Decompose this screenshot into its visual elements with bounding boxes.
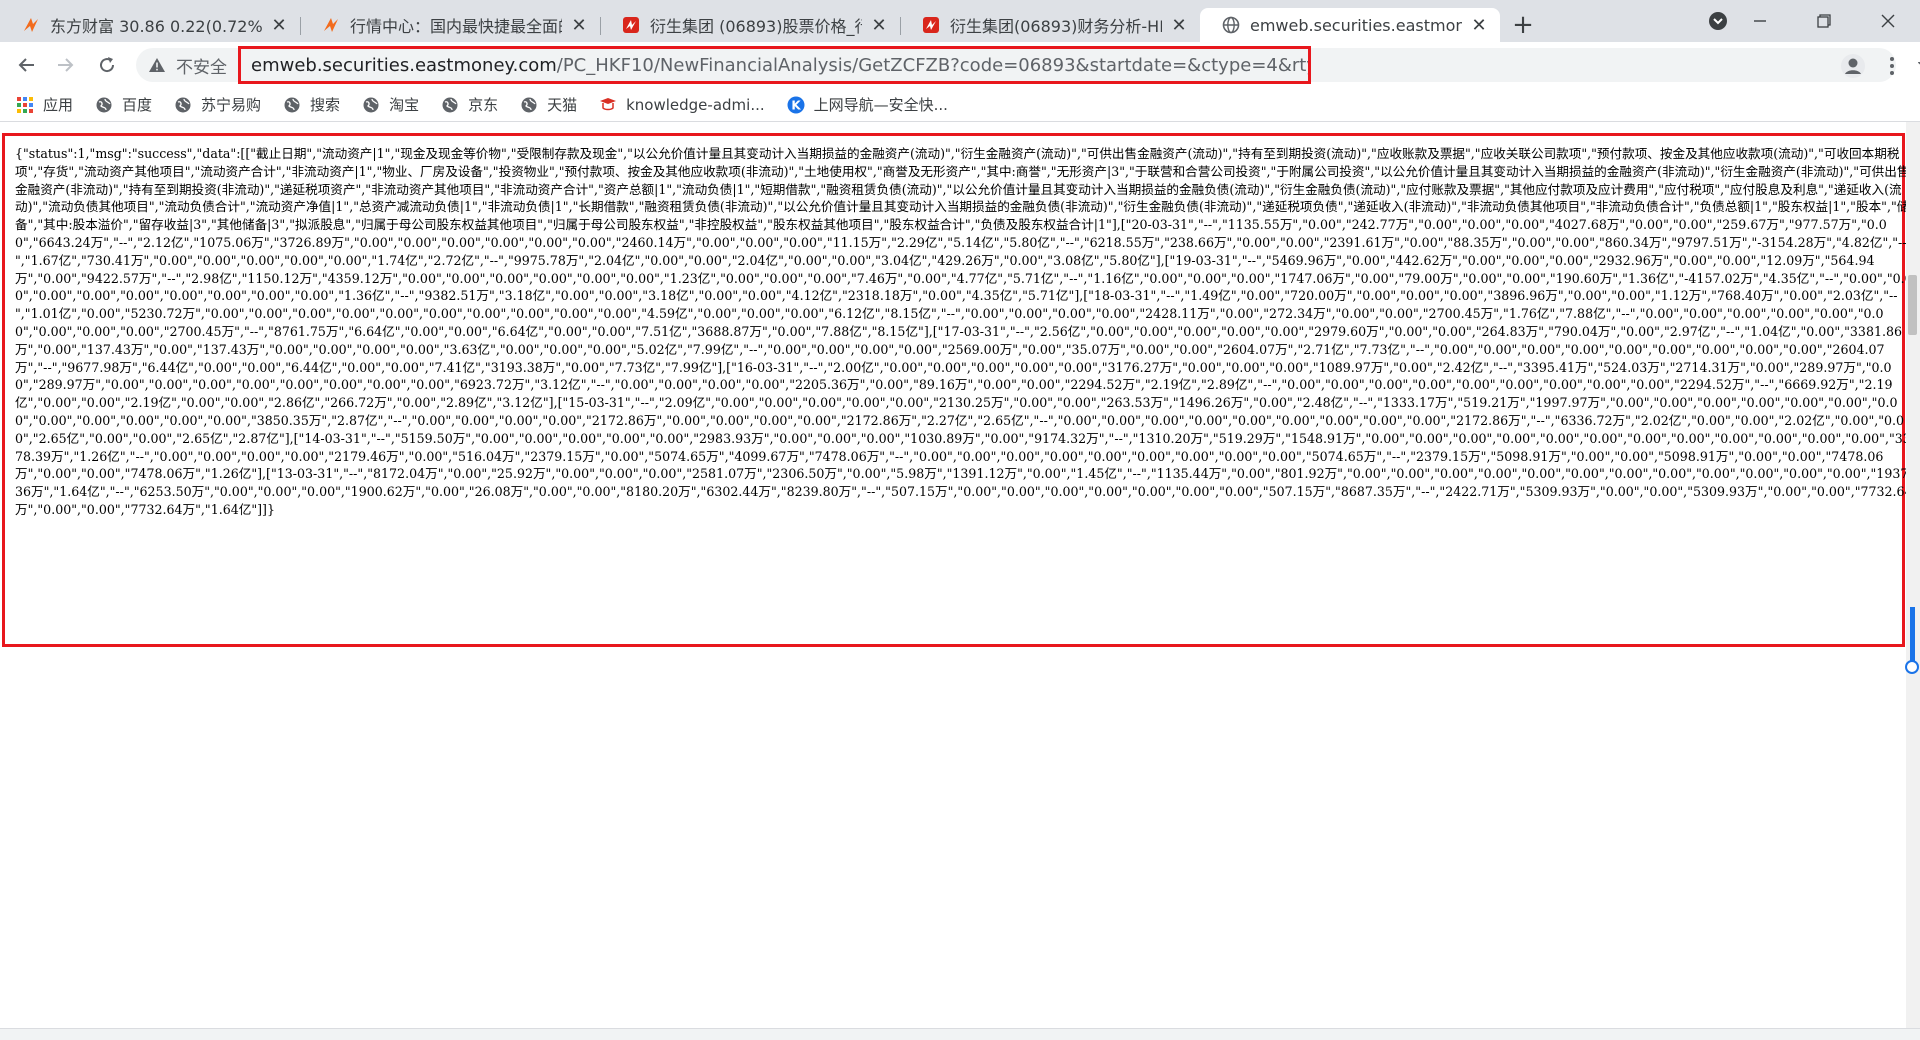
new-tab-button[interactable]: +: [1506, 8, 1540, 42]
profile-avatar-icon[interactable]: [1838, 51, 1868, 81]
tab-title: 东方财富 30.86 0.22(0.72%) _ 股: [50, 17, 262, 36]
eastmoney-icon: [322, 16, 340, 34]
scrollbar-thumb[interactable]: [1908, 275, 1917, 335]
forward-arrow-icon[interactable]: [48, 48, 82, 82]
back-arrow-icon[interactable]: [10, 48, 44, 82]
restore-icon[interactable]: [1792, 0, 1856, 42]
globe-icon: [174, 96, 192, 114]
tab-strip: 东方财富 30.86 0.22(0.72%) _ 股 ✕ 行情中心：国内最快捷最…: [0, 0, 1920, 42]
tab-title: emweb.securities.eastmoney.c: [1250, 15, 1462, 35]
url-text[interactable]: emweb.securities.eastmoney.com/PC_HKF10/…: [238, 46, 1311, 84]
k-blue-icon: K: [787, 96, 805, 114]
security-indicator[interactable]: 不安全: [148, 48, 227, 82]
tab-4-active[interactable]: emweb.securities.eastmoney.c ✕: [1200, 8, 1500, 42]
bookmark-label: 搜索: [310, 96, 341, 114]
side-panel-knob-icon[interactable]: [1905, 660, 1919, 674]
globe-icon: [441, 96, 459, 114]
bookmark-tmall[interactable]: 天猫: [520, 94, 577, 115]
url-host: emweb.securities.eastmoney.com: [251, 54, 557, 76]
tab-title: 衍生集团 (06893)股票价格_行情: [650, 17, 862, 36]
globe-icon: [362, 96, 380, 114]
tab-title: 行情中心：国内最快捷最全面的股: [350, 17, 562, 36]
close-icon[interactable]: ✕: [568, 14, 590, 36]
tab-1[interactable]: 行情中心：国内最快捷最全面的股 ✕: [300, 8, 600, 42]
bookmark-label: knowledge-admi...: [626, 95, 765, 114]
close-icon[interactable]: ✕: [268, 14, 290, 36]
bookmark-label: 苏宁易购: [201, 96, 262, 114]
bookmark-taobao[interactable]: 淘宝: [362, 94, 419, 115]
bookmark-navigation[interactable]: K 上网导航—安全快...: [787, 94, 948, 115]
security-label: 不安全: [176, 57, 227, 78]
svg-text:K: K: [791, 98, 801, 112]
warning-triangle-icon: [148, 57, 166, 73]
tab-title: 衍生集团(06893)财务分析-HKF1: [950, 17, 1162, 36]
bookmark-star-icon[interactable]: [1916, 53, 1920, 77]
tab-search-icon[interactable]: [1706, 9, 1730, 33]
vertical-scrollbar[interactable]: [1906, 122, 1920, 1028]
bookmark-label: 应用: [43, 96, 74, 114]
globe-icon: [95, 96, 113, 114]
globe-icon: [520, 96, 538, 114]
knowledge-icon: [599, 96, 617, 114]
minimize-icon[interactable]: [1728, 0, 1792, 42]
bookmark-apps[interactable]: 应用: [16, 94, 73, 115]
side-panel-handle[interactable]: [1910, 607, 1915, 667]
bookmarks-bar: 应用 百度 苏宁易购 搜索 淘宝 京东 天猫 knowledge-admi...…: [0, 88, 1920, 122]
kebab-menu-icon[interactable]: [1880, 51, 1904, 81]
window-controls: [1728, 0, 1920, 42]
bookmark-jd[interactable]: 京东: [441, 94, 498, 115]
close-window-icon[interactable]: [1856, 0, 1920, 42]
eastmoney-icon: [22, 16, 40, 34]
bookmark-suning[interactable]: 苏宁易购: [174, 94, 261, 115]
bookmark-label: 京东: [468, 96, 499, 114]
toolbar: 不安全 emweb.securities.eastmoney.com/PC_HK…: [0, 42, 1920, 88]
reload-icon[interactable]: [90, 48, 124, 82]
eastmoney-red-icon: [922, 16, 940, 34]
tab-2[interactable]: 衍生集团 (06893)股票价格_行情 ✕: [600, 8, 900, 42]
close-icon[interactable]: ✕: [868, 14, 890, 36]
tab-3[interactable]: 衍生集团(06893)财务分析-HKF1 ✕: [900, 8, 1200, 42]
bookmark-label: 百度: [122, 96, 153, 114]
highlighted-content-frame: {"status":1,"msg":"success","data":[["截止…: [2, 133, 1913, 647]
bookmark-label: 淘宝: [389, 96, 420, 114]
eastmoney-red-icon: [622, 16, 640, 34]
bookmark-baidu[interactable]: 百度: [95, 94, 152, 115]
bookmark-knowledge-admin[interactable]: knowledge-admi...: [599, 96, 765, 114]
url-path: /PC_HKF10/NewFinancialAnalysis/GetZCFZB?…: [556, 54, 1311, 76]
apps-grid-icon: [16, 96, 34, 114]
bookmark-search[interactable]: 搜索: [283, 94, 340, 115]
bookmark-label: 上网导航—安全快...: [813, 96, 948, 114]
bookmark-label: 天猫: [547, 96, 578, 114]
omnibox[interactable]: 不安全 emweb.securities.eastmoney.com/PC_HK…: [136, 46, 1920, 84]
globe-icon: [1222, 16, 1240, 34]
json-response-text: {"status":1,"msg":"success","data":[["截止…: [15, 146, 1913, 517]
globe-icon: [283, 96, 301, 114]
close-icon[interactable]: ✕: [1168, 14, 1190, 36]
close-icon[interactable]: ✕: [1468, 14, 1490, 36]
tab-0[interactable]: 东方财富 30.86 0.22(0.72%) _ 股 ✕: [0, 8, 300, 42]
bottom-bar: [0, 1028, 1920, 1040]
